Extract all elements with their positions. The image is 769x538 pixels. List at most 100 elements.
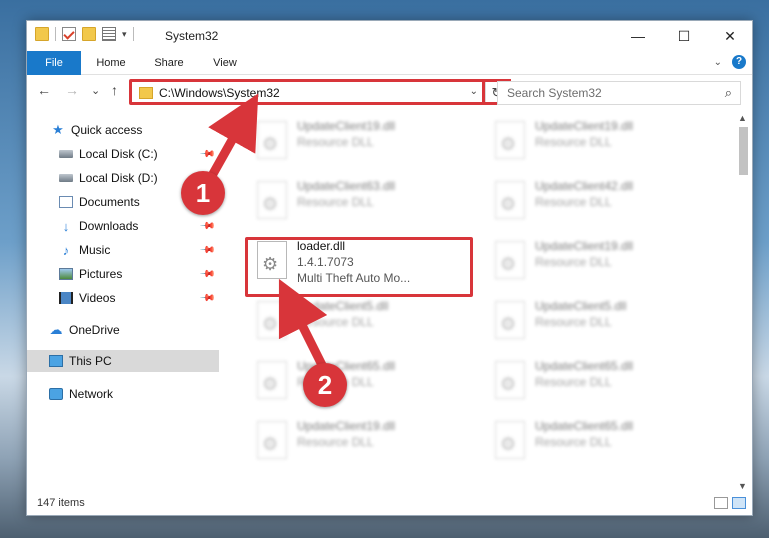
dll-file-icon: ⚙ — [257, 181, 287, 219]
sidebar-item-label: Local Disk (D:) — [79, 171, 158, 185]
dll-file-icon: ⚙ — [495, 181, 525, 219]
file-name: UpdateClient19.dll — [297, 419, 396, 433]
customize-toolbar-dropdown-icon[interactable]: ▾ — [122, 29, 127, 40]
step-badge-1: 1 — [181, 171, 225, 215]
file-type: Resource DLL — [535, 375, 612, 389]
dll-file-icon: ⚙ — [495, 121, 525, 159]
vertical-scrollbar[interactable]: ▲ ▼ — [736, 113, 750, 491]
file-item[interactable]: ⚙ UpdateClient65.dll Resource DLL — [485, 357, 705, 407]
computer-icon — [49, 355, 63, 367]
file-type: Resource DLL — [535, 255, 612, 269]
tab-home[interactable]: Home — [87, 51, 135, 75]
sidebar-item-label: Videos — [79, 291, 116, 305]
sidebar-item-this-pc[interactable]: This PC — [27, 350, 219, 372]
disk-icon — [59, 150, 73, 158]
file-type: Resource DLL — [535, 195, 612, 209]
star-icon: ★ — [52, 122, 64, 137]
search-input[interactable]: Search System32 ⌕ — [497, 81, 741, 105]
new-folder-icon[interactable] — [82, 27, 96, 41]
network-icon — [49, 388, 63, 400]
file-name: loader.dll — [297, 239, 346, 253]
sidebar-item-quick-access[interactable]: ★ Quick access — [27, 119, 219, 141]
close-button[interactable]: ✕ — [707, 21, 753, 51]
sidebar-item-label: This PC — [69, 354, 112, 368]
window-title: System32 — [165, 29, 219, 43]
file-item[interactable]: ⚙ UpdateClient5.dll Resource DLL — [485, 297, 705, 347]
sidebar-item-label: Music — [79, 243, 111, 257]
properties-check-icon[interactable] — [62, 27, 76, 41]
dll-file-icon: ⚙ — [257, 241, 287, 279]
video-icon — [59, 292, 73, 304]
file-item[interactable]: ⚙ UpdateClient19.dll Resource DLL — [485, 117, 705, 167]
sidebar-item-pictures[interactable]: Pictures 📌 — [27, 263, 219, 285]
file-item-loader-dll[interactable]: ⚙ loader.dll 1.4.1.7073 Multi Theft Auto… — [247, 237, 467, 287]
search-icon[interactable]: ⌕ — [725, 85, 732, 101]
file-name: UpdateClient19.dll — [535, 119, 634, 133]
properties-icon[interactable] — [102, 27, 116, 41]
large-icons-view-button[interactable] — [732, 497, 746, 509]
navigation-bar: ← → ⌄ ↑ C:\Windows\System32 ⌄ ↻ Search S… — [27, 77, 752, 107]
tab-view[interactable]: View — [201, 51, 249, 75]
file-item[interactable]: ⚙ UpdateClient65.dll Resource DLL — [247, 357, 467, 407]
file-item[interactable]: ⚙ UpdateClient5.dll Resource DLL — [247, 297, 467, 347]
sidebar-item-downloads[interactable]: ↓ Downloads 📌 — [27, 215, 219, 237]
download-icon: ↓ — [62, 218, 70, 234]
sidebar-item-videos[interactable]: Videos 📌 — [27, 287, 219, 309]
sidebar-item-label: Quick access — [71, 123, 143, 137]
item-count: 147 items — [37, 497, 85, 509]
dll-file-icon: ⚙ — [495, 361, 525, 399]
file-item[interactable]: ⚙ UpdateClient19.dll Resource DLL — [485, 237, 705, 287]
file-name: UpdateClient19.dll — [535, 239, 634, 253]
sidebar-item-onedrive[interactable]: ☁ OneDrive — [27, 319, 219, 341]
file-item[interactable]: ⚙ UpdateClient19.dll Resource DLL — [247, 117, 467, 167]
expand-ribbon-chevron-icon[interactable]: ⌄ — [714, 57, 722, 68]
scrollbar-thumb[interactable] — [739, 127, 748, 175]
help-button[interactable]: ? — [732, 55, 746, 69]
file-name: UpdateClient19.dll — [297, 119, 396, 133]
dll-file-icon: ⚙ — [257, 121, 287, 159]
file-item[interactable]: ⚙ UpdateClient42.dll Resource DLL — [485, 177, 705, 227]
sidebar-item-music[interactable]: ♪ Music 📌 — [27, 239, 219, 261]
picture-icon — [59, 268, 73, 280]
sidebar-item-local-disk-c[interactable]: Local Disk (C:) 📌 — [27, 143, 219, 165]
file-type: Resource DLL — [297, 195, 374, 209]
file-explorer-window: ▾ System32 — ☐ ✕ File Home Share View ⌄ … — [26, 20, 753, 516]
scroll-up-arrow-icon[interactable]: ▲ — [738, 113, 747, 123]
address-path[interactable]: C:\Windows\System32 — [159, 86, 280, 100]
sidebar-item-label: Pictures — [79, 267, 123, 281]
document-icon — [59, 196, 73, 208]
file-type: Resource DLL — [297, 435, 374, 449]
address-history-chevron-icon[interactable]: ⌄ — [470, 86, 478, 97]
folder-icon — [139, 87, 153, 99]
up-button[interactable]: ↑ — [111, 82, 118, 98]
disk-icon — [59, 174, 73, 182]
address-bar[interactable]: C:\Windows\System32 ⌄ — [131, 81, 485, 105]
dll-file-icon: ⚙ — [495, 421, 525, 459]
file-type: Resource DLL — [297, 315, 374, 329]
forward-button[interactable]: → — [65, 82, 79, 98]
file-item[interactable]: ⚙ UpdateClient65.dll Resource DLL — [485, 417, 705, 467]
sidebar-item-label: OneDrive — [69, 323, 120, 337]
recent-locations-dropdown[interactable]: ⌄ — [91, 84, 100, 97]
ribbon-tabs: File Home Share View ⌄ ? — [27, 51, 752, 75]
sidebar-item-label: Local Disk (C:) — [79, 147, 158, 161]
scroll-down-arrow-icon[interactable]: ▼ — [738, 481, 747, 491]
tab-share[interactable]: Share — [145, 51, 193, 75]
file-item[interactable]: ⚙ UpdateClient63.dll Resource DLL — [247, 177, 467, 227]
step-badge-2: 2 — [303, 363, 347, 407]
minimize-button[interactable]: — — [615, 21, 661, 51]
folder-icon — [35, 27, 49, 41]
file-type: Resource DLL — [535, 435, 612, 449]
sidebar-item-network[interactable]: Network — [27, 383, 219, 405]
dll-file-icon: ⚙ — [257, 421, 287, 459]
maximize-button[interactable]: ☐ — [661, 21, 707, 51]
tab-file[interactable]: File — [27, 51, 81, 75]
dll-file-icon: ⚙ — [495, 301, 525, 339]
navigation-pane: ★ Quick access Local Disk (C:) 📌 Local D… — [27, 113, 219, 483]
pin-icon: 📌 — [198, 265, 216, 283]
file-list: ⚙ UpdateClient19.dll Resource DLL ⚙ Upda… — [239, 113, 735, 491]
details-view-button[interactable] — [714, 497, 728, 509]
back-button[interactable]: ← — [37, 82, 51, 98]
file-item[interactable]: ⚙ UpdateClient19.dll Resource DLL — [247, 417, 467, 467]
file-name: UpdateClient63.dll — [297, 179, 396, 193]
